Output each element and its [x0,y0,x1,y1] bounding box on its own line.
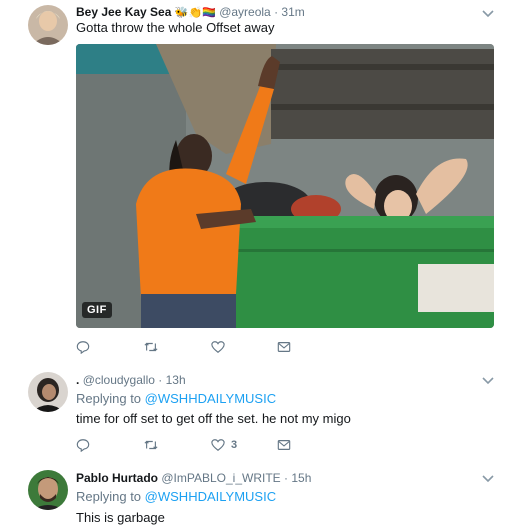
separator-dot: · [274,5,279,19]
dm-button[interactable] [277,339,291,355]
tweet-3[interactable]: Pablo Hurtado @ImPABLO_i_WRITE · 15h Rep… [0,460,520,529]
envelope-icon [277,342,291,352]
retweet-icon [144,440,158,450]
like-button[interactable]: 3 [211,437,237,453]
reply-icon [76,341,90,354]
heart-icon [211,341,225,353]
gif-image [76,44,494,328]
like-count: 3 [231,439,238,451]
gif-badge: GIF [82,302,112,318]
replying-to-label: Replying to [76,489,142,504]
avatar[interactable] [28,470,68,510]
timestamp[interactable]: 15h [291,471,311,485]
gif-media[interactable]: GIF [76,44,494,328]
reply-button[interactable] [76,437,96,453]
replying-to: Replying to @WSHHDAILYMUSIC [76,489,276,504]
tweet-header: Pablo Hurtado @ImPABLO_i_WRITE · 15h [76,470,311,486]
timestamp[interactable]: 31m [281,5,304,19]
tweet-text: time for off set to get off the set. he … [76,411,351,426]
separator-dot: · [158,373,163,387]
dm-button[interactable] [277,437,291,453]
tweet-header: . @cloudygallo · 13h [76,372,186,388]
tweet-text: This is garbage [76,510,165,525]
avatar[interactable] [28,5,68,45]
chevron-down-icon[interactable] [480,470,496,486]
user-handle[interactable]: @ayreola [219,5,271,19]
name-emoji: 🐝👏🏳️‍🌈 [174,7,216,19]
replying-to-link[interactable]: @WSHHDAILYMUSIC [145,489,276,504]
user-handle[interactable]: @cloudygallo [83,373,155,387]
retweet-button[interactable] [144,437,164,453]
retweet-icon [144,342,158,352]
replying-to-label: Replying to [76,391,142,406]
envelope-icon [277,440,291,450]
replying-to-link[interactable]: @WSHHDAILYMUSIC [145,391,276,406]
tweet-actions [76,339,376,357]
tweet-2[interactable]: . @cloudygallo · 13h Replying to @WSHHDA… [0,362,520,461]
user-handle[interactable]: @ImPABLO_i_WRITE [161,471,280,485]
display-name[interactable]: . [76,373,79,387]
tweet-actions: 3 [76,437,376,455]
chevron-down-icon[interactable] [480,372,496,388]
retweet-button[interactable] [144,339,164,355]
avatar[interactable] [28,372,68,412]
display-name[interactable]: Bey Jee Kay Sea [76,5,171,19]
heart-icon [211,439,225,451]
tweet-text: Gotta throw the whole Offset away [76,20,275,35]
like-button[interactable] [211,339,231,355]
separator-dot: · [284,471,289,485]
replying-to: Replying to @WSHHDAILYMUSIC [76,391,276,406]
tweet-1[interactable]: Bey Jee Kay Sea 🐝👏🏳️‍🌈 @ayreola · 31m Go… [0,0,520,363]
timestamp[interactable]: 13h [166,373,186,387]
reply-icon [76,439,90,452]
reply-button[interactable] [76,339,96,355]
chevron-down-icon[interactable] [480,5,496,21]
display-name[interactable]: Pablo Hurtado [76,471,158,485]
